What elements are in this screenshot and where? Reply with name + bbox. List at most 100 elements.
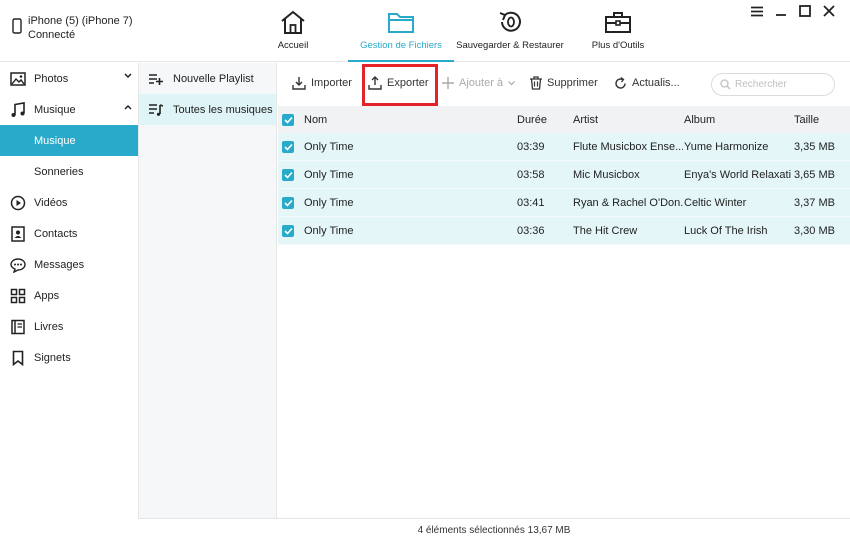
bookmark-icon [12, 350, 24, 366]
tab-accueil-label: Accueil [277, 40, 309, 51]
status-bar: 4 éléments sélectionnés 13,67 MB [138, 518, 850, 541]
new-playlist-label: Nouvelle Playlist [173, 72, 254, 85]
sidebar-item-signets[interactable]: Signets [0, 342, 138, 373]
column-header-album[interactable]: Album [684, 106, 792, 133]
trash-icon [530, 76, 542, 90]
cell-nom: Only Time [304, 140, 354, 153]
export-button[interactable]: Exporter [368, 74, 429, 92]
sidebar-subitem-musique[interactable]: Musique [0, 125, 138, 156]
sidebar-item-contacts[interactable]: Contacts [0, 218, 138, 249]
tab-accueil[interactable]: Accueil [266, 8, 320, 62]
tab-plus-outils[interactable]: Plus d'Outils [584, 8, 652, 62]
tab-outils-label: Plus d'Outils [591, 40, 645, 51]
phone-icon [12, 18, 22, 34]
sidebar-item-videos[interactable]: Vidéos [0, 187, 138, 218]
row-checkbox[interactable] [282, 196, 294, 209]
apps-grid-icon [10, 288, 26, 303]
row-checkbox[interactable] [282, 168, 294, 181]
delete-button[interactable]: Supprimer [530, 74, 598, 92]
sidebar-item-livres[interactable]: Livres [0, 311, 138, 342]
delete-label: Supprimer [547, 77, 598, 89]
maximize-icon[interactable] [798, 4, 812, 18]
export-label: Exporter [387, 77, 429, 89]
search-input[interactable] [735, 79, 825, 90]
cell-taille: 3,65 MB [794, 168, 835, 181]
add-playlist-icon [149, 73, 163, 85]
close-icon[interactable] [822, 4, 836, 18]
minimize-icon[interactable] [774, 4, 788, 18]
book-icon [11, 319, 25, 334]
contact-card-icon [11, 225, 25, 242]
sidebar-item-label: Photos [34, 72, 69, 85]
home-icon [281, 10, 305, 34]
row-checkbox[interactable] [282, 140, 294, 153]
playlist-music-icon [149, 103, 163, 116]
photo-icon [10, 71, 26, 86]
cell-nom: Only Time [304, 224, 354, 237]
cell-artist: Mic Musicbox [573, 168, 640, 181]
checkmark-icon [283, 171, 293, 179]
checkmark-icon [283, 227, 293, 235]
backup-restore-icon [499, 11, 521, 32]
toolbox-icon [605, 12, 631, 33]
sidebar-item-musique[interactable]: Musique [0, 94, 138, 125]
selection-summary: 4 éléments sélectionnés 13,67 MB [417, 524, 571, 536]
folder-icon [388, 13, 414, 33]
chevron-down-icon [508, 80, 515, 85]
cell-duree: 03:39 [517, 140, 545, 153]
sidebar-item-photos[interactable]: Photos [0, 63, 138, 94]
import-button[interactable]: Importer [292, 74, 352, 92]
sidebar-item-messages[interactable]: Messages [0, 249, 138, 280]
column-header-artist[interactable]: Artist [573, 106, 683, 133]
column-header-nom[interactable]: Nom [304, 106, 514, 133]
column-header-taille[interactable]: Taille [794, 106, 850, 133]
table-row[interactable]: Only Time 03:36 The Hit Crew Luck Of The… [278, 217, 850, 245]
table-row[interactable]: Only Time 03:39 Flute Musicbox Ense... Y… [278, 133, 850, 161]
table-header: Nom Durée Artist Album Taille [278, 106, 850, 133]
cell-album: Yume Harmonize [684, 140, 769, 153]
sidebar-item-apps[interactable]: Apps [0, 280, 138, 311]
refresh-button[interactable]: Actualis... [614, 74, 680, 92]
chat-bubble-icon [10, 257, 26, 273]
table-row[interactable]: Only Time 03:41 Ryan & Rachel O'Don... C… [278, 189, 850, 217]
add-to-button[interactable]: Ajouter à [442, 74, 515, 92]
tab-sauvegarder-label: Sauvegarder & Restaurer [456, 40, 564, 51]
all-music-label: Toutes les musiques [173, 103, 273, 116]
cell-artist: The Hit Crew [573, 224, 638, 237]
sidebar: Photos Musique Musique Sonneries Vidéos … [0, 63, 138, 541]
device-info: iPhone (5) (iPhone 7) Connecté [12, 14, 133, 42]
checkmark-icon [283, 116, 293, 124]
play-circle-icon [10, 195, 26, 210]
chevron-up-icon [124, 104, 132, 110]
checkmark-icon [283, 199, 293, 207]
menu-icon[interactable] [750, 4, 764, 18]
cell-album: Enya's World Relaxati... [684, 168, 792, 181]
import-label: Importer [311, 77, 352, 89]
table-row[interactable]: Only Time 03:58 Mic Musicbox Enya's Worl… [278, 161, 850, 189]
add-to-label: Ajouter à [459, 77, 504, 89]
cell-taille: 3,35 MB [794, 140, 835, 153]
tab-gestion-fichiers[interactable]: Gestion de Fichiers [348, 8, 454, 62]
search-icon [720, 79, 731, 90]
cell-duree: 03:36 [517, 224, 545, 237]
all-music-item[interactable]: Toutes les musiques [139, 94, 276, 125]
cell-artist: Flute Musicbox Ense... [573, 140, 683, 153]
cell-taille: 3,30 MB [794, 224, 835, 237]
sidebar-subitem-sonneries[interactable]: Sonneries [0, 156, 138, 187]
export-icon [368, 76, 382, 90]
select-all-checkbox[interactable] [282, 113, 294, 126]
tab-sauvegarder-restaurer[interactable]: Sauvegarder & Restaurer [456, 8, 564, 62]
window-controls [750, 4, 836, 18]
refresh-icon [615, 76, 626, 89]
cell-album: Luck Of The Irish [684, 224, 768, 237]
row-checkbox[interactable] [282, 224, 294, 237]
device-status: Connecté [28, 29, 76, 41]
checkmark-icon [283, 143, 293, 151]
music-table: Nom Durée Artist Album Taille Only Time … [278, 106, 850, 245]
new-playlist-item[interactable]: Nouvelle Playlist [139, 63, 276, 94]
search-box [711, 73, 835, 96]
column-header-duree[interactable]: Durée [517, 106, 569, 133]
chevron-down-icon [124, 73, 132, 79]
sidebar-item-label: Messages [34, 258, 85, 271]
cell-artist: Ryan & Rachel O'Don... [573, 196, 683, 209]
